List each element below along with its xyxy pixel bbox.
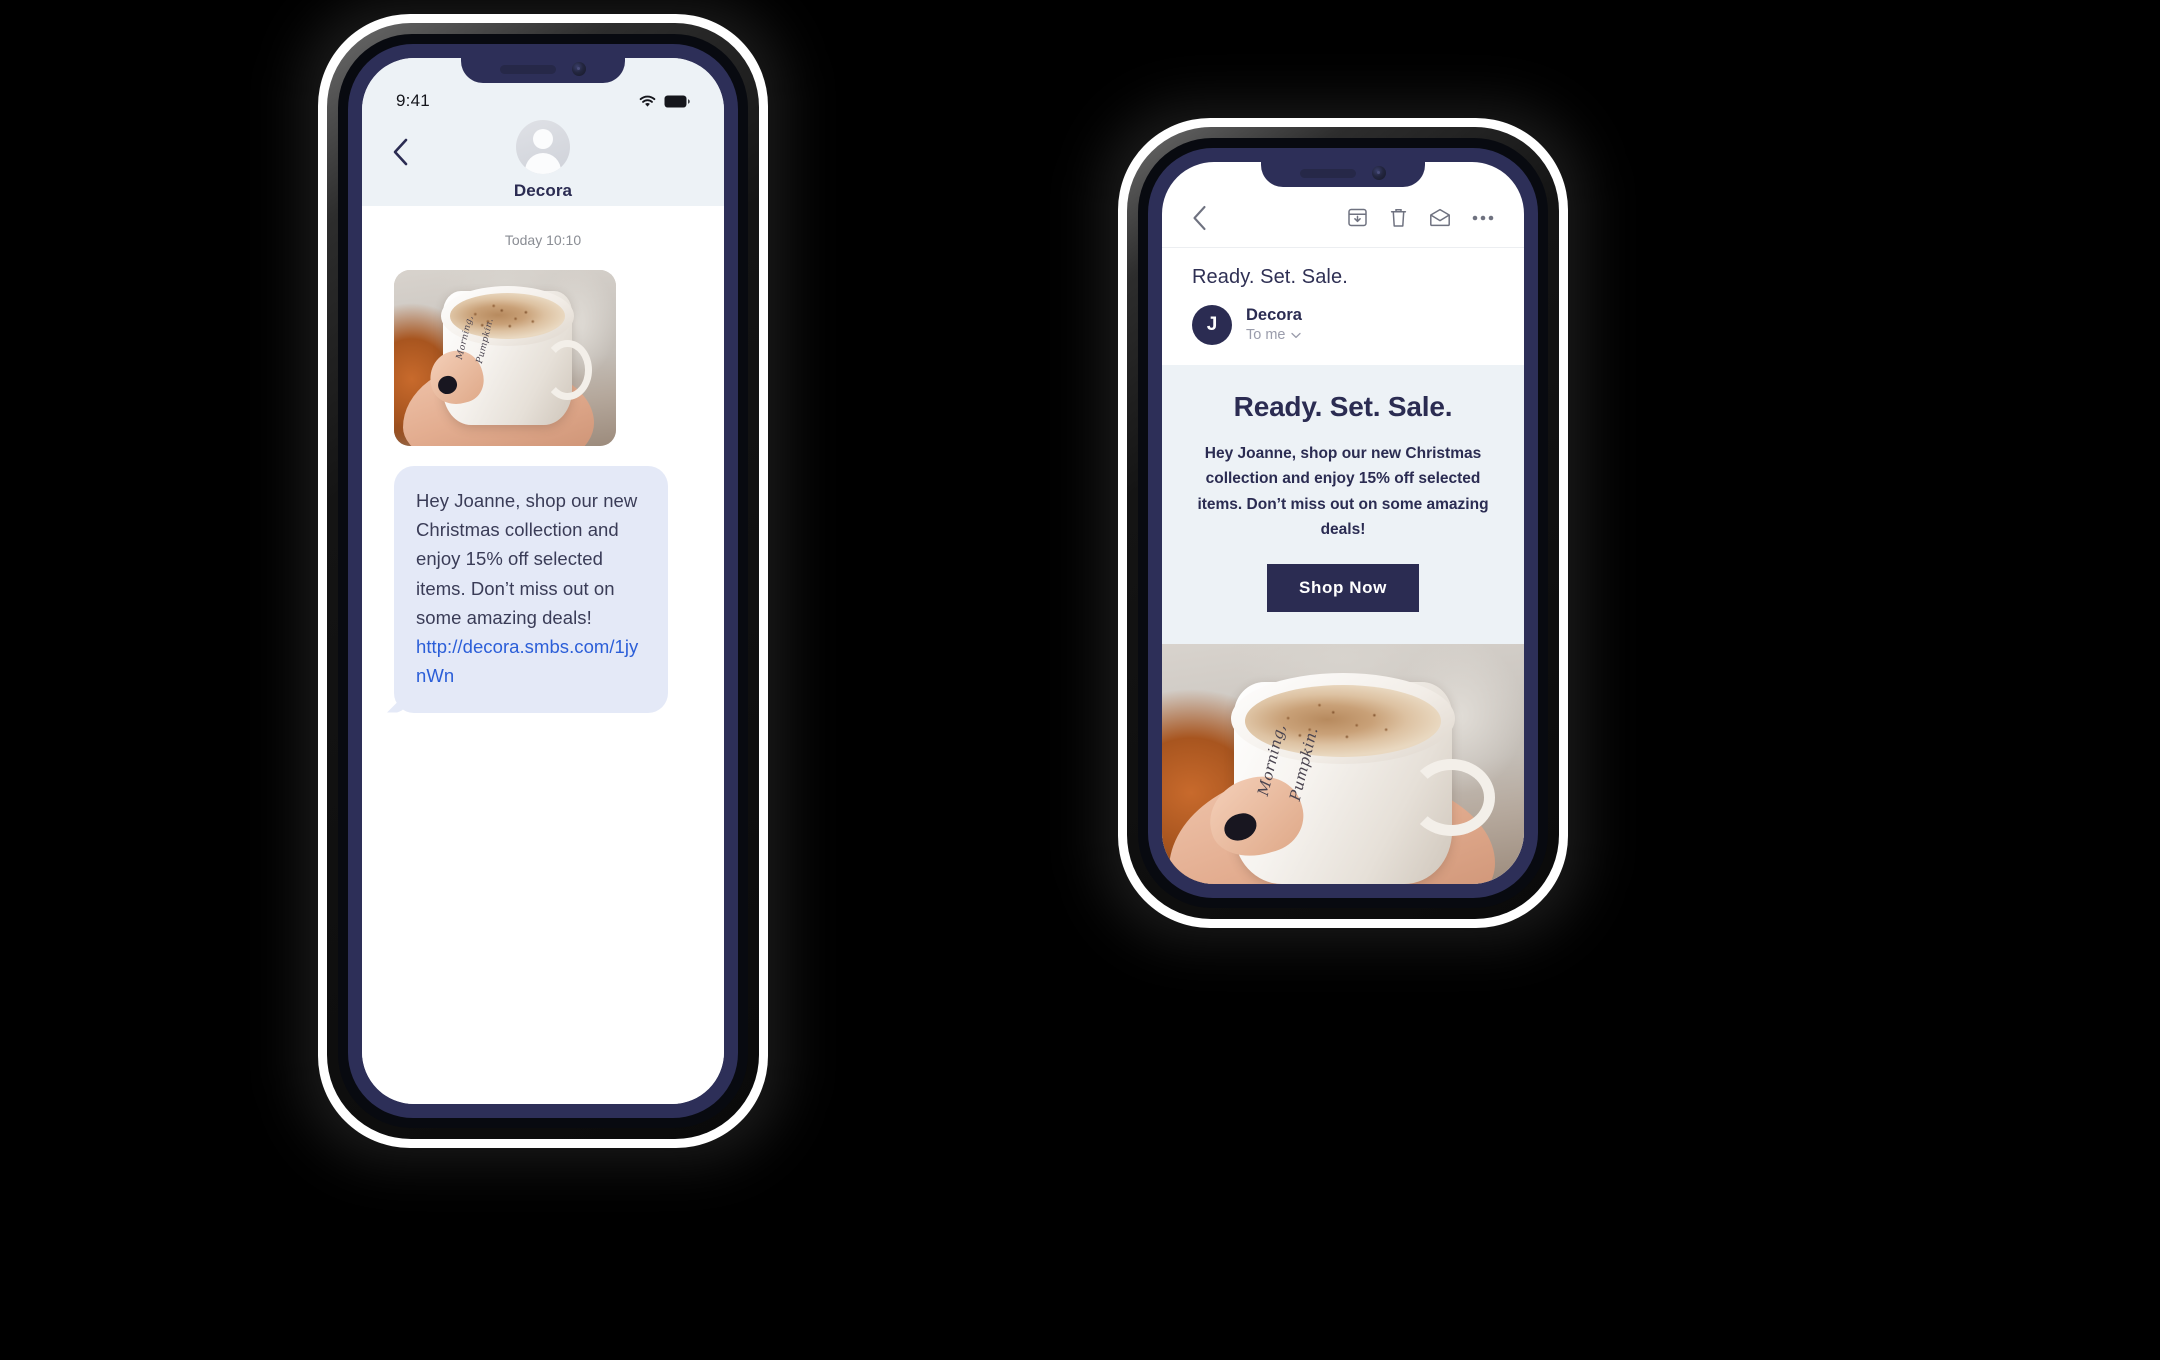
mug-handle-shape — [542, 340, 592, 401]
phone-email-screen: Ready. Set. Sale. J Decora To me Ready. … — [1162, 162, 1524, 884]
back-button[interactable] — [392, 138, 410, 166]
wifi-icon — [638, 94, 657, 108]
phone-email-hardware — [1148, 166, 1538, 180]
avatar: J — [1192, 305, 1232, 345]
phone-sms-screen: 9:41 Decora Today 10:10 Morning, Pumpkin… — [362, 58, 724, 1104]
phone-email-bezel-inner: Ready. Set. Sale. J Decora To me Ready. … — [1148, 148, 1538, 898]
earpiece-speaker-icon — [1300, 168, 1356, 178]
phone-sms-bezel-inner: 9:41 Decora Today 10:10 Morning, Pumpkin… — [348, 44, 738, 1118]
recipient-label: To me — [1246, 326, 1286, 343]
mug-handle-shape — [1408, 759, 1496, 836]
sender-details: Decora To me — [1246, 305, 1302, 344]
more-horizontal-icon[interactable] — [1472, 215, 1494, 221]
message-bubble-wrap: Hey Joanne, shop our new Christmas colle… — [394, 466, 698, 713]
promo-block: Ready. Set. Sale. Hey Joanne, shop our n… — [1162, 365, 1524, 644]
sender-row[interactable]: J Decora To me — [1192, 305, 1494, 345]
contact-block[interactable]: Decora — [514, 120, 572, 201]
phone-sms-bezel-outer: 9:41 Decora Today 10:10 Morning, Pumpkin… — [327, 23, 759, 1139]
message-body-text: Hey Joanne, shop our new Christmas colle… — [416, 490, 638, 628]
sms-navbar: Decora — [362, 114, 724, 206]
smartphone-email: Ready. Set. Sale. J Decora To me Ready. … — [1118, 118, 1568, 928]
recipient-row[interactable]: To me — [1246, 326, 1302, 345]
avatar-body — [525, 153, 561, 174]
promo-body-text: Hey Joanne, shop our new Christmas colle… — [1197, 445, 1489, 538]
email-subject: Ready. Set. Sale. — [1192, 266, 1348, 288]
email-message-header: Ready. Set. Sale. J Decora To me — [1162, 248, 1524, 365]
phone-email-bezel-outer: Ready. Set. Sale. J Decora To me Ready. … — [1127, 127, 1559, 919]
sender-name: Decora — [1246, 306, 1302, 325]
avatar-head — [533, 129, 553, 149]
status-bar-indicators — [638, 94, 690, 108]
message-timestamp: Today 10:10 — [504, 232, 582, 248]
status-bar: 9:41 — [362, 80, 724, 114]
phone-sms-bezel-mid: 9:41 Decora Today 10:10 Morning, Pumpkin… — [338, 34, 748, 1128]
smartphone-sms: 9:41 Decora Today 10:10 Morning, Pumpkin… — [318, 14, 768, 1148]
front-camera-icon — [1372, 166, 1386, 180]
coffee-mug-photo: Morning, Pumpkin. — [394, 270, 616, 446]
front-camera-icon — [572, 62, 586, 76]
trash-icon[interactable] — [1389, 207, 1408, 229]
back-button[interactable] — [1192, 205, 1208, 231]
sms-conversation: Today 10:10 Morning, Pumpkin. Hey Joanne… — [362, 206, 724, 1104]
earpiece-speaker-icon — [500, 64, 556, 74]
message-image-attachment[interactable]: Morning, Pumpkin. — [394, 270, 616, 446]
coffee-mug-hero-photo: Morning, Pumpkin. — [1162, 644, 1524, 884]
shop-now-button[interactable]: Shop Now — [1267, 564, 1419, 612]
promo-headline: Ready. Set. Sale. — [1233, 391, 1453, 422]
status-bar-time: 9:41 — [396, 91, 430, 110]
contact-name: Decora — [513, 181, 573, 200]
phone-email-bezel-mid: Ready. Set. Sale. J Decora To me Ready. … — [1138, 138, 1548, 908]
promo-hero-image: Morning, Pumpkin. — [1162, 644, 1524, 884]
chevron-down-icon[interactable] — [1290, 332, 1301, 339]
phone-sms-hardware — [348, 62, 738, 76]
message-link[interactable]: http://decora.smbs.com/1jynWn — [416, 632, 646, 690]
email-action-icons — [1347, 207, 1494, 229]
scene-root: 9:41 Decora Today 10:10 Morning, Pumpkin… — [0, 0, 2160, 1360]
archive-icon[interactable] — [1347, 207, 1368, 228]
person-avatar-icon — [516, 120, 570, 174]
battery-full-icon — [664, 95, 690, 108]
envelope-icon[interactable] — [1429, 208, 1451, 227]
message-bubble[interactable]: Hey Joanne, shop our new Christmas colle… — [394, 466, 668, 713]
